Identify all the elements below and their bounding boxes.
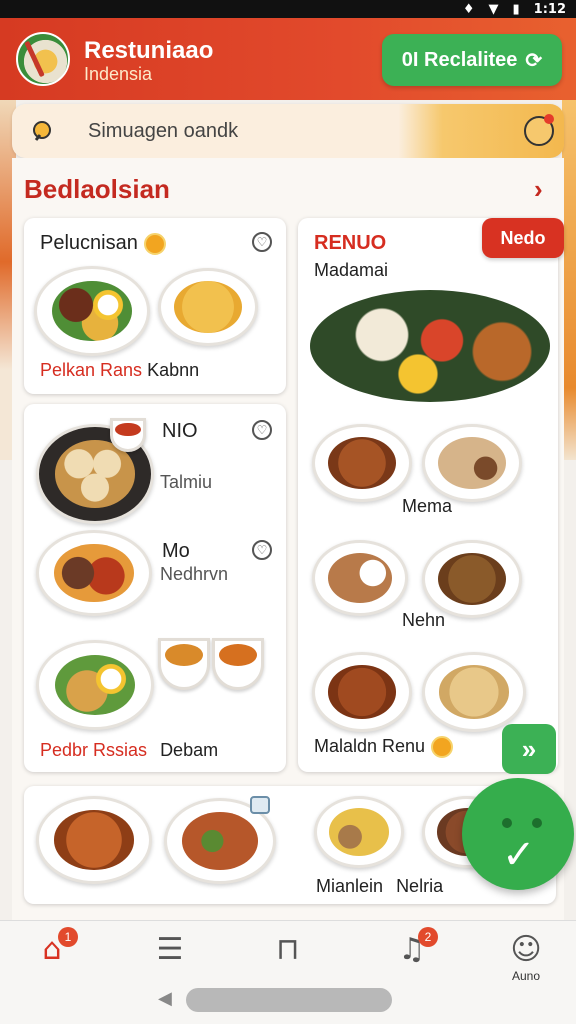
caption-black: Kabnn [147, 360, 200, 380]
menu-title-text: RENUO [314, 232, 387, 254]
dish-plate [422, 540, 522, 618]
menu-title: RENUO [314, 232, 386, 255]
card-title: NIO [162, 420, 198, 442]
refresh-icon: ⟳ [525, 49, 543, 72]
coin-icon [143, 232, 166, 255]
fab-eye-left [502, 818, 512, 828]
caption-red: Pedbr Rssias [40, 740, 148, 760]
card-caption: Pedbr Rssias Debam [40, 740, 218, 761]
app-subtitle: Indensia [84, 64, 153, 84]
compass-icon[interactable] [524, 114, 554, 146]
menu-badge[interactable]: Nedo [482, 218, 564, 258]
dish-plate [36, 640, 154, 730]
dish-plate [312, 540, 408, 616]
favorite-icon[interactable]: ♡ [252, 420, 272, 440]
nav-bell[interactable]: ♫ 2 [382, 927, 442, 993]
card-title: Mo [162, 540, 190, 562]
dish-plate [422, 424, 522, 502]
dish-plate [312, 424, 412, 502]
menu-footer-text: Malaldn Renu [314, 736, 426, 756]
back-arrow-icon[interactable]: ◀ [158, 988, 172, 1009]
fab-eye-right [532, 818, 542, 828]
decorative-stripe-right [562, 100, 576, 460]
section-title: Bedlaolsian [24, 174, 170, 204]
header-action-label: 0I Reclalitee [401, 48, 518, 71]
dish-plate [312, 652, 412, 732]
caption-2: Nelria [396, 876, 444, 896]
floating-action-button[interactable]: ✓ [462, 778, 574, 890]
card-caption: Pelkan Rans Kabnn [40, 360, 199, 381]
app-logo [16, 32, 70, 86]
app-header: Restuniaao Indensia 0I Reclalitee ⟳ [0, 18, 576, 100]
card-subtitle: Nedhrvn [160, 564, 229, 584]
notification-dot [544, 114, 554, 124]
home-indicator[interactable] [186, 988, 392, 1012]
status-time: 1:12 [533, 1, 566, 17]
layers-icon: ☰ [156, 932, 184, 967]
battery-icon: ▮ [512, 1, 520, 17]
dish-label: Nehn [402, 610, 446, 630]
menu-footer-label: Malaldn Renu [314, 736, 454, 759]
favorite-icon[interactable]: ♡ [252, 232, 272, 252]
card-title-text: Pelucnisan [40, 232, 138, 254]
nav-home[interactable]: ⌂ 1 [22, 927, 82, 993]
caption-1: Mianlein [316, 876, 384, 896]
tag-icon [250, 796, 270, 814]
food-card-1[interactable]: Pelucnisan ♡ Pelkan Rans Kabnn [24, 218, 286, 394]
nav-badge: 1 [58, 927, 78, 947]
food-card-2[interactable]: NIO ♡ Talmiu Mo ♡ Nedhrvn Pedbr Rssias D… [24, 404, 286, 772]
dish-plate [36, 530, 152, 616]
check-icon: ✓ [502, 832, 536, 878]
coin-icon [431, 736, 454, 759]
caption-red: Pelkan Rans [40, 360, 143, 380]
dish-label: Mema [402, 496, 453, 516]
nav-profile-label: Auno [511, 969, 541, 983]
nav-layers[interactable]: ☰ [140, 933, 200, 993]
soup-bowl [212, 638, 264, 690]
menu-card[interactable]: RENUO Madamai Mema Nehn Malaldn Renu [298, 218, 558, 772]
favorite-icon[interactable]: ♡ [252, 540, 272, 560]
app-name: Restuniaao [84, 37, 214, 64]
notification-icon: ♦ [462, 1, 475, 17]
status-bar: ♦ ▼ ▮ 1:12 [0, 0, 576, 18]
search-icon [33, 121, 51, 141]
dish-plate [158, 268, 258, 346]
header-action-button[interactable]: 0I Reclalitee ⟳ [382, 34, 562, 86]
search-input[interactable]: Simuagen oandk [88, 120, 238, 143]
card-caption: Mianlein Nelria [316, 876, 443, 897]
dish-plate [422, 652, 526, 732]
nav-bag[interactable]: ⊓ [258, 933, 318, 993]
wifi-icon: ▼ [488, 1, 499, 17]
menu-feast-image [310, 290, 550, 402]
status-icons: ♦ ▼ ▮ 1:12 [463, 0, 566, 18]
dish-plate [36, 796, 152, 884]
soup-bowl [158, 638, 210, 690]
nav-badge: 2 [418, 927, 438, 947]
caption-black: Debam [160, 740, 219, 760]
dish-plate [34, 266, 150, 356]
card-subtitle: Talmiu [160, 472, 213, 492]
next-arrow-button[interactable]: » [502, 724, 556, 774]
bag-icon: ⊓ [276, 932, 300, 967]
menu-subtitle: Madamai [314, 260, 389, 280]
nav-profile[interactable]: ☺ Auno [496, 933, 556, 993]
card-title: Pelucnisan [40, 232, 166, 255]
dish-plate [314, 796, 404, 868]
search-bar[interactable]: Simuagen oandk [12, 104, 564, 158]
profile-icon: ☺ [510, 932, 542, 967]
chevron-right-icon[interactable]: › [534, 174, 543, 205]
sauce-bowl [110, 418, 146, 452]
